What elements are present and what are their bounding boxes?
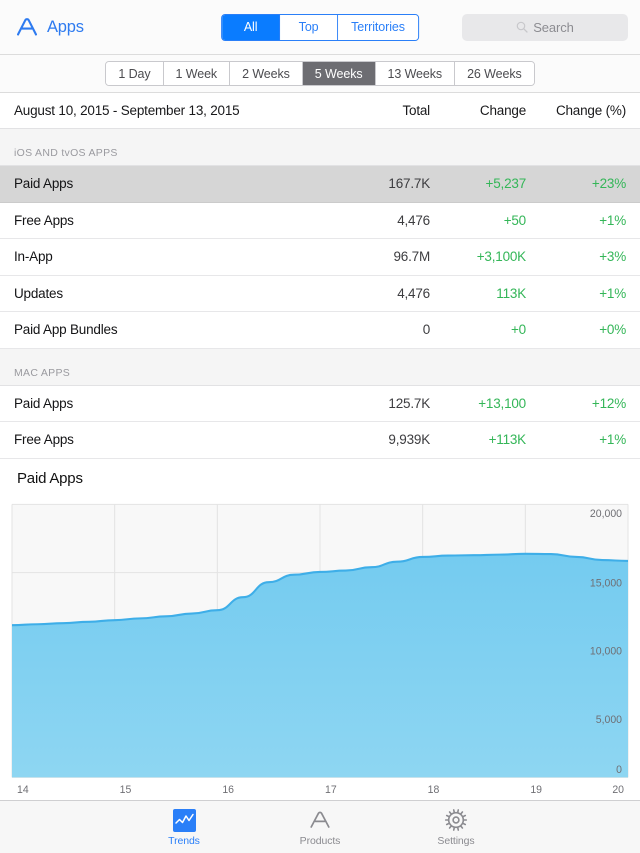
chart-x-tick-label: 18 (428, 783, 440, 795)
tab-trends[interactable]: Trends (146, 808, 222, 847)
period-segmented-control[interactable]: 1 Day 1 Week 2 Weeks 5 Weeks 13 Weeks 26… (105, 61, 534, 86)
row-change: +3,100K (430, 249, 526, 264)
chart-panel: Paid Apps 0 5,000 10,000 15,000 20,000 14 15 16… (0, 459, 640, 801)
view-segmented-control[interactable]: All Top Territories (221, 14, 419, 41)
column-header-change-pct: Change (%) (526, 103, 626, 118)
bottom-tab-bar: Trends Products Settings (0, 800, 640, 853)
search-input[interactable]: Search (462, 14, 628, 41)
row-change: +13,100 (430, 396, 526, 411)
brand: Apps (14, 14, 84, 40)
chart-x-tick-label: 15 (120, 783, 132, 795)
row-total: 9,939K (334, 432, 430, 447)
table-row[interactable]: Free Apps 4,476 +50 +1% (0, 203, 640, 240)
chart-x-tick-label: 17 (325, 783, 337, 795)
row-change-pct: +23% (526, 176, 626, 191)
table-row[interactable]: Updates 4,476 113K +1% (0, 276, 640, 313)
row-label: Free Apps (14, 432, 334, 447)
period-26-weeks[interactable]: 26 Weeks (455, 62, 534, 85)
chart-y-tick-label: 10,000 (590, 645, 622, 657)
row-change-pct: +3% (526, 249, 626, 264)
row-change-pct: +1% (526, 286, 626, 301)
tab-label: Trends (168, 835, 200, 847)
period-5-weeks[interactable]: 5 Weeks (303, 62, 376, 85)
chart-y-tick-label: 5,000 (596, 713, 622, 725)
period-1-week[interactable]: 1 Week (164, 62, 231, 85)
chart-x-tick-label: 14 (17, 783, 29, 795)
section-header-mac: MAC APPS (0, 349, 640, 386)
gear-icon (444, 808, 468, 833)
chart-title: Paid Apps (0, 459, 640, 496)
row-label: In-App (14, 249, 334, 264)
tab-label: Settings (437, 835, 474, 847)
chart-y-tick-label: 15,000 (590, 577, 622, 589)
row-total: 4,476 (334, 286, 430, 301)
section-header-ios-tvos: iOS AND tvOS APPS (0, 129, 640, 166)
row-change-pct: +0% (526, 322, 626, 337)
period-2-weeks[interactable]: 2 Weeks (230, 62, 303, 85)
row-change-pct: +12% (526, 396, 626, 411)
row-total: 4,476 (334, 213, 430, 228)
chart-x-tick-label: 20 (612, 783, 624, 795)
metrics-list: iOS AND tvOS APPS Paid Apps 167.7K +5,23… (0, 129, 640, 459)
segment-territories[interactable]: Territories (338, 15, 418, 40)
appstore-a-icon (14, 14, 40, 40)
row-change: +0 (430, 322, 526, 337)
period-1-day[interactable]: 1 Day (106, 62, 163, 85)
row-label: Free Apps (14, 213, 334, 228)
tab-products[interactable]: Products (282, 808, 358, 847)
table-header: August 10, 2015 - September 13, 2015 Tot… (0, 93, 640, 129)
date-range-label: August 10, 2015 - September 13, 2015 (14, 103, 334, 118)
trends-chart-icon (173, 808, 196, 833)
column-header-change: Change (430, 103, 526, 118)
app-root: Apps All Top Territories Search 1 Day 1 … (0, 0, 640, 853)
row-label: Updates (14, 286, 334, 301)
area-chart[interactable]: 0 5,000 10,000 15,000 20,000 14 15 16 17 18 19 20 (0, 496, 640, 801)
chart-y-tick-label: 0 (616, 763, 622, 775)
row-change: +50 (430, 213, 526, 228)
row-change: +5,237 (430, 176, 526, 191)
segment-top[interactable]: Top (280, 15, 338, 40)
search-placeholder: Search (533, 20, 574, 35)
row-change: 113K (430, 286, 526, 301)
row-total: 0 (334, 322, 430, 337)
column-header-total: Total (334, 103, 430, 118)
segment-all[interactable]: All (222, 15, 280, 40)
chart-y-tick-label: 20,000 (590, 507, 622, 519)
row-total: 96.7M (334, 249, 430, 264)
brand-label: Apps (47, 18, 84, 37)
chart-area[interactable]: 0 5,000 10,000 15,000 20,000 14 15 16 17 18 19 20 (0, 496, 640, 801)
table-row[interactable]: Free Apps 9,939K +113K +1% (0, 422, 640, 459)
table-row[interactable]: Paid App Bundles 0 +0 +0% (0, 312, 640, 349)
row-total: 167.7K (334, 176, 430, 191)
row-change: +113K (430, 432, 526, 447)
table-row[interactable]: Paid Apps 167.7K +5,237 +23% (0, 166, 640, 203)
table-row[interactable]: In-App 96.7M +3,100K +3% (0, 239, 640, 276)
row-label: Paid Apps (14, 396, 334, 411)
row-change-pct: +1% (526, 213, 626, 228)
chart-x-tick-label: 16 (222, 783, 234, 795)
appstore-a-icon (308, 808, 332, 833)
row-label: Paid App Bundles (14, 322, 334, 337)
period-13-weeks[interactable]: 13 Weeks (376, 62, 456, 85)
row-label: Paid Apps (14, 176, 334, 191)
tab-settings[interactable]: Settings (418, 808, 494, 847)
period-selector-bar: 1 Day 1 Week 2 Weeks 5 Weeks 13 Weeks 26… (0, 55, 640, 93)
table-row[interactable]: Paid Apps 125.7K +13,100 +12% (0, 386, 640, 423)
top-navigation-bar: Apps All Top Territories Search (0, 0, 640, 55)
tab-label: Products (300, 835, 341, 847)
row-change-pct: +1% (526, 432, 626, 447)
search-icon (516, 21, 528, 33)
row-total: 125.7K (334, 396, 430, 411)
chart-x-tick-label: 19 (530, 783, 542, 795)
